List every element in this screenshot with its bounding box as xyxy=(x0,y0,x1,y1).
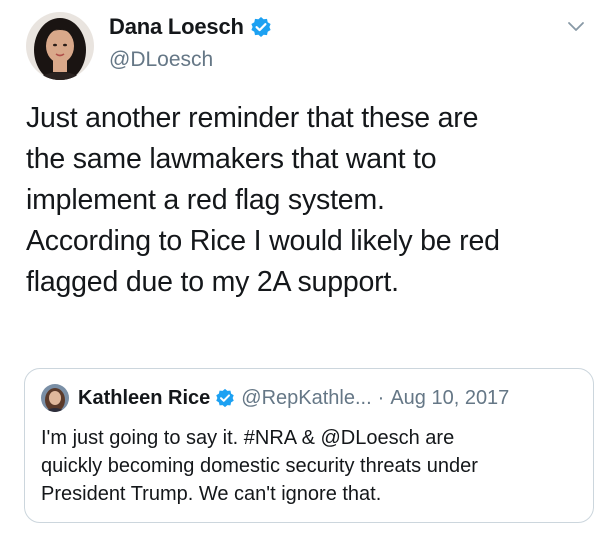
chevron-down-icon[interactable] xyxy=(566,20,586,34)
quoted-tweet[interactable]: Kathleen Rice @RepKathle... · Aug 10, 20… xyxy=(24,368,594,523)
separator-dot: · xyxy=(377,386,385,409)
quoted-tweet-header: Kathleen Rice @RepKathle... · Aug 10, 20… xyxy=(41,384,583,412)
tweet-card: Dana Loesch @DLoesch Just another remind… xyxy=(0,0,616,542)
author-handle[interactable]: @DLoesch xyxy=(109,48,213,72)
quoted-display-name[interactable]: Kathleen Rice xyxy=(78,387,210,410)
quoted-avatar-image xyxy=(41,384,69,412)
quoted-handle[interactable]: @RepKathle... xyxy=(241,387,371,410)
author-name[interactable]: Dana Loesch xyxy=(109,14,272,40)
author-display-name[interactable]: Dana Loesch xyxy=(109,14,244,40)
author-avatar[interactable] xyxy=(26,12,94,80)
quoted-tweet-text: I'm just going to say it. #NRA & @DLoesc… xyxy=(41,427,478,505)
avatar-image xyxy=(26,12,94,80)
quoted-verified-badge-icon xyxy=(215,388,235,408)
quoted-author-avatar[interactable] xyxy=(41,384,69,412)
quoted-date[interactable]: Aug 10, 2017 xyxy=(390,387,509,410)
verified-badge-icon xyxy=(250,16,272,38)
tweet-text: Just another reminder that these are the… xyxy=(26,102,500,298)
